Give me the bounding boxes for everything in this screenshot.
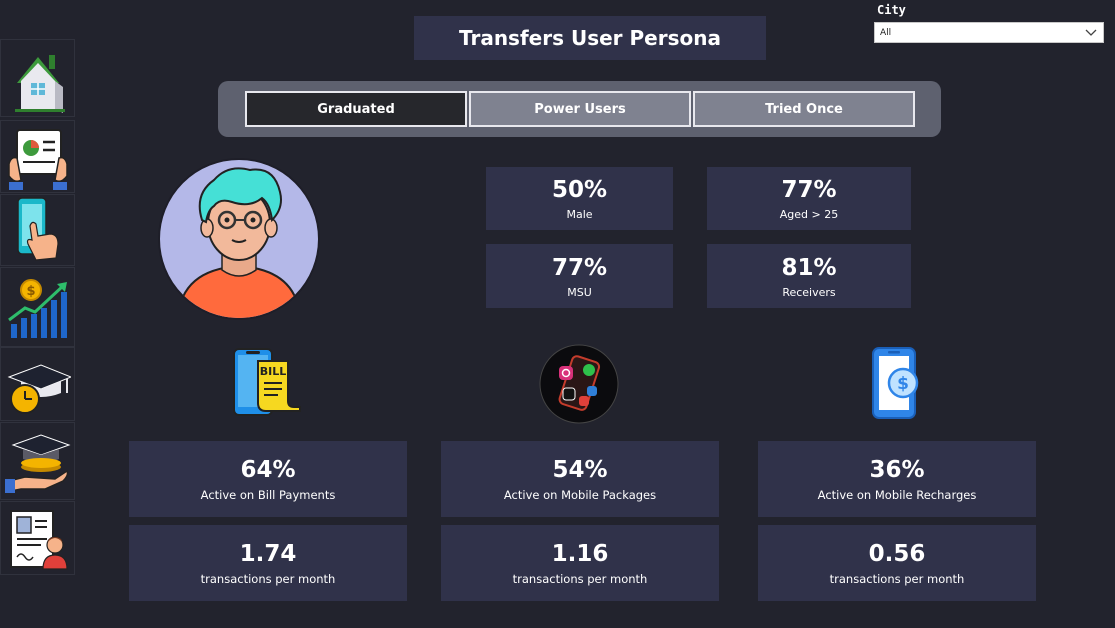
sidebar-item-growth[interactable]: $ (0, 267, 75, 347)
graduation-hand-icon (4, 434, 70, 493)
tab-graduated[interactable]: Graduated (245, 91, 467, 127)
tab-tried-once[interactable]: Tried Once (693, 91, 915, 127)
service-icon-recharge: $ (870, 345, 924, 425)
graduation-clock-icon (7, 364, 71, 414)
svg-text:BILL: BILL (260, 365, 287, 378)
city-filter-select[interactable]: All (874, 22, 1104, 43)
recharge-active-value: 36% (869, 457, 925, 483)
service-icon-packages (539, 344, 619, 428)
bill-phone-icon: BILL (233, 348, 301, 416)
sidebar-item-report[interactable] (0, 120, 75, 193)
stat-card-male: 50% Male (486, 167, 673, 230)
bill-active-value: 64% (240, 457, 296, 483)
sidebar-item-graduation-time[interactable] (0, 347, 75, 421)
page-title-text: Transfers User Persona (459, 26, 721, 50)
home-icon (14, 55, 65, 113)
packages-active-value: 54% (552, 457, 608, 483)
stat-male-value: 50% (551, 177, 608, 203)
growth-chart-icon: $ (7, 279, 67, 338)
user-profile-doc-icon (9, 510, 68, 570)
packages-tx-label: transactions per month (512, 572, 648, 586)
stat-msu-value: 77% (551, 254, 608, 281)
sidebar-item-phone[interactable] (0, 194, 75, 266)
recharge-active-card: 36% Active on Mobile Recharges (758, 441, 1036, 517)
stat-msu-label: MSU (567, 285, 592, 299)
bill-tx-value: 1.74 (239, 541, 297, 567)
stat-male-label: Male (566, 208, 593, 221)
packages-active-card: 54% Active on Mobile Packages (441, 441, 719, 517)
recharge-tx-label: transactions per month (829, 572, 965, 586)
svg-text:$: $ (26, 284, 35, 299)
bill-tx-card: 1.74 transactions per month (129, 525, 407, 601)
dollar-phone-icon: $ (872, 347, 919, 419)
svg-text:$: $ (897, 374, 909, 394)
sidebar-item-profile[interactable] (0, 501, 75, 575)
sidebar-item-graduation-hand[interactable] (0, 422, 75, 500)
city-filter-value: All (880, 27, 892, 38)
stat-card-receivers: 81% Receivers (707, 244, 911, 308)
city-filter-label: City (877, 3, 906, 17)
stat-receivers-value: 81% (781, 254, 837, 281)
phone-tap-icon (16, 197, 59, 261)
recharge-tx-value: 0.56 (868, 541, 926, 567)
stat-card-msu: 77% MSU (486, 244, 673, 308)
social-apps-phone-icon (539, 344, 619, 424)
avatar (158, 158, 320, 324)
packages-tx-card: 1.16 transactions per month (441, 525, 719, 601)
packages-tx-value: 1.16 (551, 541, 609, 567)
stat-aged-value: 77% (781, 177, 837, 203)
stat-card-aged: 77% Aged > 25 (707, 167, 911, 230)
recharge-active-label: Active on Mobile Recharges (817, 488, 977, 502)
recharge-tx-card: 0.56 transactions per month (758, 525, 1036, 601)
chevron-down-icon (1085, 29, 1097, 36)
page-title: Transfers User Persona (414, 16, 766, 60)
bill-active-card: 64% Active on Bill Payments (129, 441, 407, 517)
bill-active-label: Active on Bill Payments (200, 488, 336, 502)
tab-power-users[interactable]: Power Users (469, 91, 691, 127)
packages-active-label: Active on Mobile Packages (503, 488, 657, 502)
service-icon-bill: BILL (232, 347, 302, 421)
stat-aged-label: Aged > 25 (779, 208, 839, 221)
user-avatar-icon (158, 158, 320, 320)
bill-tx-label: transactions per month (200, 572, 336, 586)
stat-receivers-label: Receivers (782, 285, 836, 299)
report-tablet-icon (7, 128, 68, 190)
sidebar-item-home[interactable] (0, 39, 75, 117)
